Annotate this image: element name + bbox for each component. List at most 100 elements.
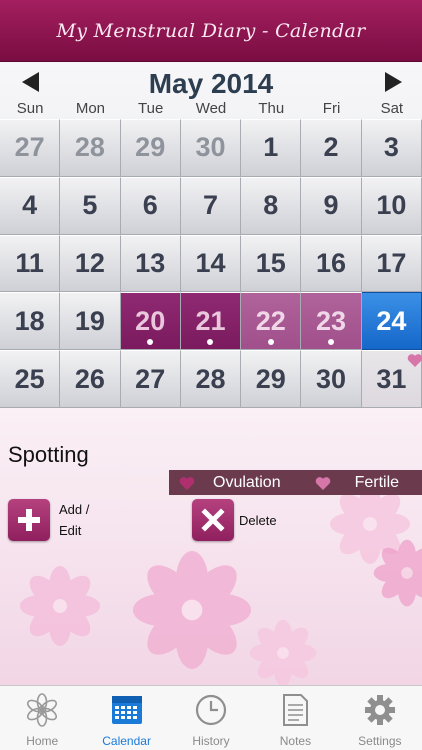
day-cell[interactable]: 30 bbox=[180, 119, 242, 177]
tab-label: Notes bbox=[279, 734, 312, 748]
legend-fertile-label: Fertile bbox=[354, 473, 400, 491]
flower-icon bbox=[27, 693, 58, 727]
day-cell[interactable]: 16 bbox=[301, 234, 362, 293]
flower-decoration-icon bbox=[249, 619, 317, 685]
ovulation-heart-icon bbox=[179, 476, 195, 490]
day-cell[interactable]: 2 bbox=[301, 119, 362, 177]
fertile-heart-icon bbox=[407, 354, 422, 368]
weekday-label: Wed bbox=[195, 100, 227, 117]
legend-bar: Ovulation Fertile bbox=[169, 470, 422, 495]
day-cell[interactable]: 29 bbox=[241, 350, 302, 408]
day-cell[interactable]: 12 bbox=[60, 234, 121, 293]
add-edit-label[interactable]: Add / Edit bbox=[59, 499, 119, 541]
day-number: 7 bbox=[202, 190, 218, 221]
day-number: 6 bbox=[142, 190, 158, 221]
day-number: 5 bbox=[82, 190, 98, 221]
day-cell[interactable]: 25 bbox=[0, 350, 61, 408]
day-number: 4 bbox=[22, 190, 38, 221]
day-cell[interactable]: 29 bbox=[120, 119, 181, 177]
day-cell[interactable]: 1 bbox=[241, 119, 302, 177]
day-cell[interactable]: 13 bbox=[120, 234, 181, 293]
period-day-cell[interactable]: 20 bbox=[120, 292, 181, 351]
tab-home[interactable]: Home bbox=[0, 686, 84, 750]
day-cell[interactable]: 8 bbox=[241, 176, 302, 235]
entry-dot-icon bbox=[328, 339, 335, 346]
day-cell[interactable]: 28 bbox=[180, 350, 242, 408]
weekday-label: Thu bbox=[258, 100, 285, 117]
day-cell[interactable]: 28 bbox=[60, 119, 121, 177]
day-number: 31 bbox=[376, 363, 407, 394]
period-day-cell[interactable]: 21 bbox=[180, 292, 242, 351]
add-edit-label-line2: Edit bbox=[59, 523, 82, 538]
day-number: 15 bbox=[255, 247, 286, 278]
day-cell[interactable]: 17 bbox=[361, 234, 422, 293]
day-number: 30 bbox=[195, 132, 226, 163]
day-number: 25 bbox=[14, 363, 45, 394]
day-number: 17 bbox=[376, 247, 407, 278]
period-day-cell[interactable]: 23 bbox=[301, 292, 362, 351]
day-detail-panel: Spotting Ovulation Fertile Add / Edit De… bbox=[0, 408, 422, 685]
day-number: 2 bbox=[323, 132, 339, 163]
day-cell[interactable]: 14 bbox=[180, 234, 242, 293]
delete-label[interactable]: Delete bbox=[239, 510, 277, 531]
tab-calendar[interactable]: Calendar bbox=[84, 686, 168, 750]
month-title: May 2014 bbox=[148, 68, 274, 99]
day-cell[interactable]: 11 bbox=[0, 234, 61, 293]
day-cell[interactable]: 19 bbox=[60, 292, 121, 351]
day-number: 26 bbox=[74, 363, 105, 394]
entry-dot-icon bbox=[267, 339, 274, 346]
flower-decoration-icon bbox=[132, 550, 252, 670]
tab-notes[interactable]: Notes bbox=[253, 686, 337, 750]
day-cell[interactable]: 15 bbox=[241, 234, 302, 293]
day-cell[interactable]: 4 bbox=[0, 176, 61, 235]
delete-button[interactable] bbox=[192, 499, 234, 541]
day-cell[interactable]: 18 bbox=[0, 292, 61, 351]
app-header: My Menstrual Diary - Calendar bbox=[0, 0, 422, 62]
day-cell[interactable]: 30 bbox=[301, 350, 362, 408]
day-number: 24 bbox=[376, 305, 407, 336]
day-status-label: Spotting bbox=[8, 442, 89, 467]
tab-label: Settings bbox=[358, 734, 402, 748]
day-cell[interactable]: 27 bbox=[120, 350, 181, 408]
weekday-label: Mon bbox=[75, 100, 106, 117]
plus-icon bbox=[18, 509, 40, 531]
day-grid: 27 28 29 30 1 2 3 4 5 6 7 8 9 10 11 12 1… bbox=[0, 119, 422, 408]
day-number: 18 bbox=[14, 305, 45, 336]
add-edit-button[interactable] bbox=[8, 499, 50, 541]
flower-decoration-icon bbox=[20, 566, 100, 646]
day-number: 30 bbox=[316, 363, 347, 394]
day-cell[interactable]: 7 bbox=[180, 176, 242, 235]
day-number: 27 bbox=[14, 132, 45, 163]
tab-label: Home bbox=[26, 734, 59, 748]
day-cell[interactable]: 9 bbox=[301, 176, 362, 235]
weekday-label: Sat bbox=[380, 100, 404, 117]
tab-settings[interactable]: Settings bbox=[338, 686, 422, 750]
day-number: 11 bbox=[15, 247, 44, 278]
day-number: 29 bbox=[255, 363, 286, 394]
day-cell[interactable]: 27 bbox=[0, 119, 61, 177]
next-month-arrow-icon[interactable] bbox=[385, 72, 402, 92]
day-cell[interactable]: 3 bbox=[361, 119, 422, 177]
weekday-label: Sun bbox=[16, 100, 44, 117]
day-cell[interactable]: 26 bbox=[60, 350, 121, 408]
fertile-day-cell[interactable]: 31 bbox=[361, 350, 422, 408]
tab-history[interactable]: History bbox=[169, 686, 253, 750]
day-number: 19 bbox=[74, 305, 105, 336]
day-number: 3 bbox=[383, 132, 399, 163]
fertile-heart-icon bbox=[315, 476, 330, 490]
day-number: 10 bbox=[376, 190, 407, 221]
day-cell[interactable]: 10 bbox=[361, 176, 422, 235]
day-cell[interactable]: 5 bbox=[60, 176, 121, 235]
calendar-icon bbox=[111, 696, 142, 724]
day-number: 21 bbox=[195, 305, 226, 336]
weekday-header: Sun Mon Tue Wed Thu Fri Sat bbox=[0, 100, 422, 120]
day-number: 16 bbox=[316, 247, 347, 278]
entry-dot-icon bbox=[147, 339, 154, 346]
day-cell[interactable]: 6 bbox=[120, 176, 181, 235]
entry-dot-icon bbox=[207, 339, 214, 346]
day-number: 14 bbox=[195, 247, 226, 278]
today-day-cell[interactable]: 24 bbox=[361, 292, 422, 351]
tab-label: History bbox=[192, 734, 230, 748]
day-number: 8 bbox=[263, 190, 279, 221]
period-day-cell[interactable]: 22 bbox=[241, 292, 302, 351]
